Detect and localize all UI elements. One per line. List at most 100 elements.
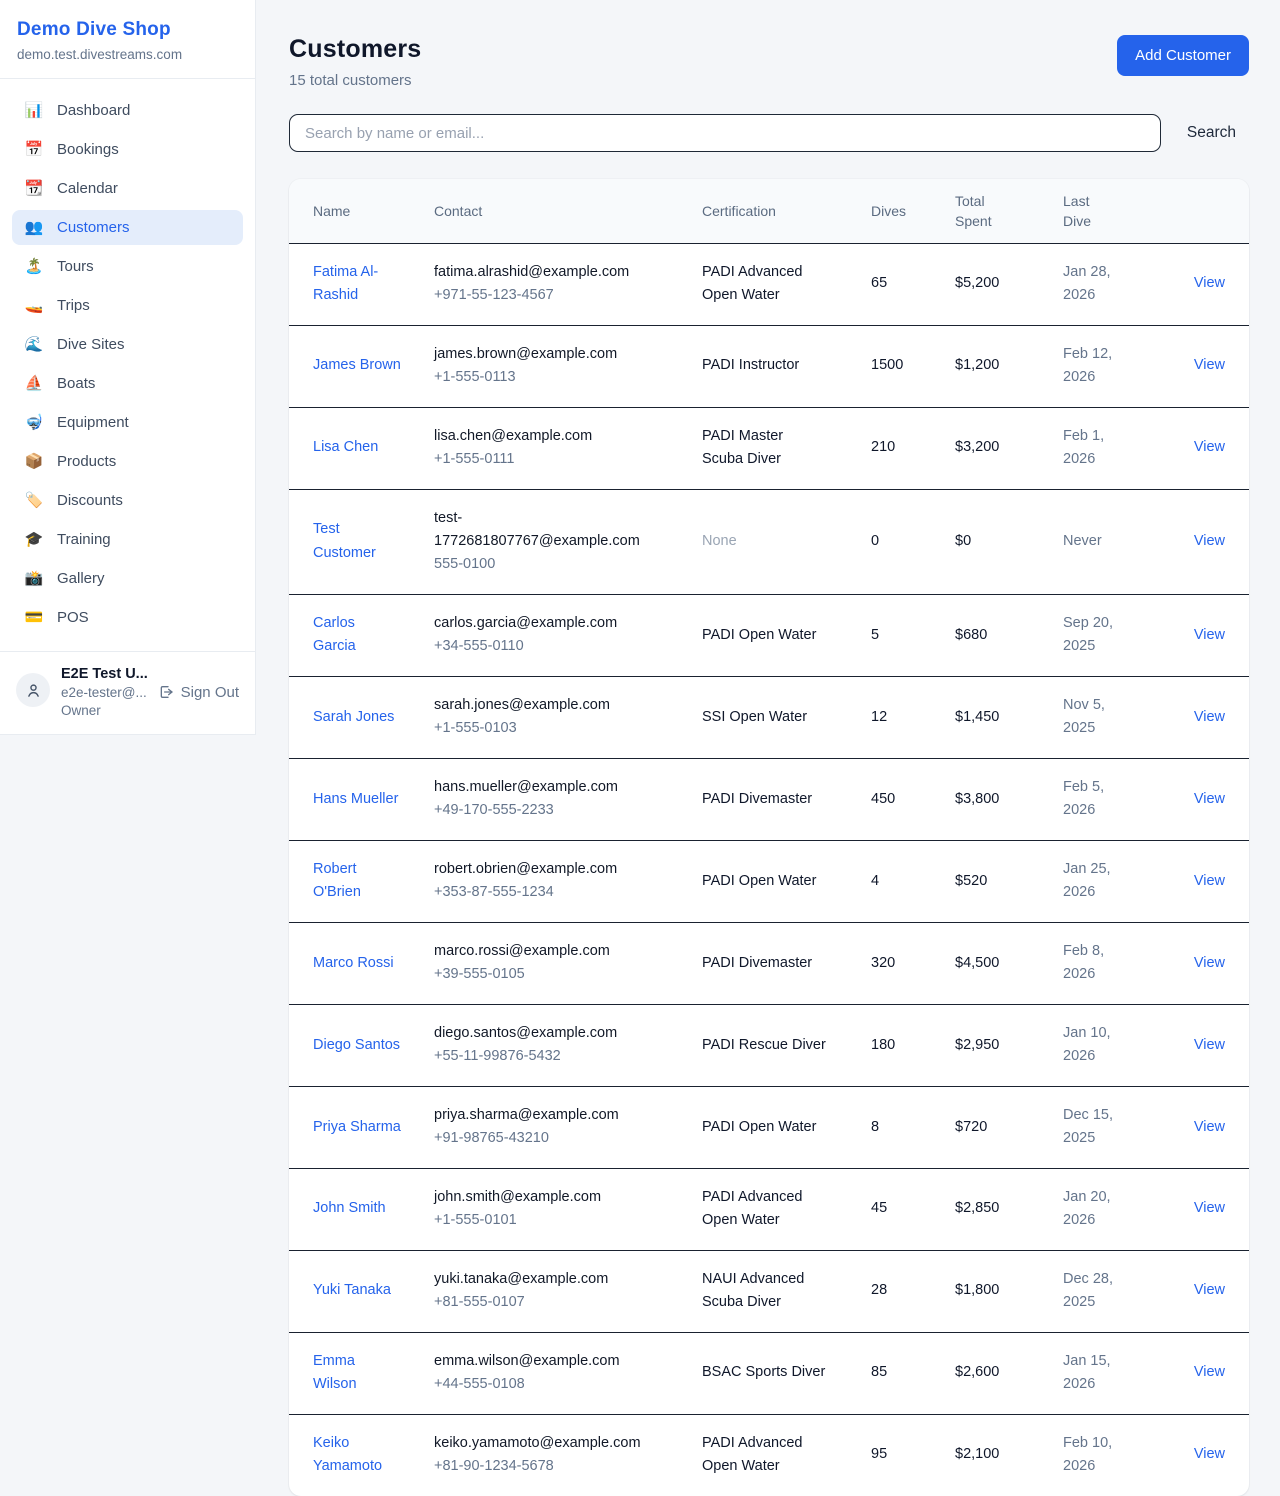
contact-cell: carlos.garcia@example.com +34-555-0110 [434, 594, 702, 676]
table-row: Fatima Al-Rashid fatima.alrashid@example… [289, 243, 1249, 325]
sidebar-item-training[interactable]: 🎓 Training [12, 522, 243, 557]
customer-name-link[interactable]: Emma Wilson [313, 1350, 401, 1397]
table-row: John Smith john.smith@example.com +1-555… [289, 1168, 1249, 1250]
view-link[interactable]: View [1194, 533, 1225, 549]
sidebar-item-trips[interactable]: 🚤 Trips [12, 288, 243, 323]
user-email: e2e-tester@... [61, 685, 147, 700]
sidebar-item-discounts[interactable]: 🏷️ Discounts [12, 483, 243, 518]
name-cell: Keiko Yamamoto [289, 1414, 434, 1495]
desert-island-icon: 🏝️ [24, 259, 44, 274]
view-link[interactable]: View [1194, 357, 1225, 373]
certification-text: None [702, 530, 828, 553]
total-spent-cell: $1,800 [955, 1250, 1063, 1332]
certification-cell: PADI Advanced Open Water [702, 243, 871, 325]
shop-name: Demo Dive Shop [17, 19, 238, 41]
sidebar-item-calendar[interactable]: 📆 Calendar [12, 171, 243, 206]
customer-name-link[interactable]: Yuki Tanaka [313, 1279, 391, 1302]
customer-name-link[interactable]: Test Customer [313, 518, 401, 565]
customer-name-link[interactable]: Hans Mueller [313, 788, 398, 811]
people-icon: 👥 [24, 220, 44, 235]
customer-name-link[interactable]: Fatima Al-Rashid [313, 261, 401, 308]
view-link[interactable]: View [1194, 1037, 1225, 1053]
customer-name-link[interactable]: Priya Sharma [313, 1116, 401, 1139]
sign-out-button[interactable]: Sign Out [158, 684, 239, 701]
customer-email: lisa.chen@example.com [434, 425, 702, 448]
view-link[interactable]: View [1194, 1446, 1225, 1462]
sailboat-icon: ⛵ [24, 376, 44, 391]
customer-email: diego.santos@example.com [434, 1022, 702, 1045]
view-link[interactable]: View [1194, 709, 1225, 725]
view-link[interactable]: View [1194, 1119, 1225, 1135]
table-row: Marco Rossi marco.rossi@example.com +39-… [289, 922, 1249, 1004]
sidebar-item-customers[interactable]: 👥 Customers [12, 210, 243, 245]
total-spent-cell: $4,500 [955, 922, 1063, 1004]
sidebar-item-tours[interactable]: 🏝️ Tours [12, 249, 243, 284]
add-customer-button[interactable]: Add Customer [1117, 35, 1249, 76]
view-link[interactable]: View [1194, 1282, 1225, 1298]
last-dive-cell: Jan 10, 2026 [1063, 1004, 1169, 1086]
certification-cell: PADI Instructor [702, 325, 871, 407]
customer-name-link[interactable]: Robert O'Brien [313, 858, 401, 905]
customer-name-link[interactable]: Carlos Garcia [313, 612, 401, 659]
package-icon: 📦 [24, 454, 44, 469]
dives-cell: 12 [871, 676, 955, 758]
view-link[interactable]: View [1194, 275, 1225, 291]
last-dive-text: Feb 10, 2026 [1063, 1432, 1129, 1479]
view-link[interactable]: View [1194, 791, 1225, 807]
name-cell: Test Customer [289, 489, 434, 594]
customer-name-link[interactable]: John Smith [313, 1197, 386, 1220]
view-link[interactable]: View [1194, 627, 1225, 643]
bar-chart-icon: 📊 [24, 103, 44, 118]
customer-email: emma.wilson@example.com [434, 1350, 702, 1373]
sidebar-item-bookings[interactable]: 📅 Bookings [12, 132, 243, 167]
sidebar-item-label: Discounts [57, 492, 123, 509]
shop-header: Demo Dive Shop demo.test.divestreams.com [0, 0, 255, 78]
sidebar-item-boats[interactable]: ⛵ Boats [12, 366, 243, 401]
last-dive-cell: Dec 15, 2025 [1063, 1086, 1169, 1168]
view-link[interactable]: View [1194, 1200, 1225, 1216]
contact-cell: yuki.tanaka@example.com +81-555-0107 [434, 1250, 702, 1332]
sidebar-item-products[interactable]: 📦 Products [12, 444, 243, 479]
sidebar-item-dashboard[interactable]: 📊 Dashboard [12, 93, 243, 128]
total-spent-cell: $3,800 [955, 758, 1063, 840]
certification-text: PADI Open Water [702, 870, 828, 893]
table-header: Name Contact Certification Dives Total S… [289, 179, 1249, 243]
customer-phone: +49-170-555-2233 [434, 799, 702, 822]
customer-name-link[interactable]: Lisa Chen [313, 436, 378, 459]
calendar-date-icon: 📅 [24, 142, 44, 157]
table-row: Emma Wilson emma.wilson@example.com +44-… [289, 1332, 1249, 1414]
customer-phone: +91-98765-43210 [434, 1127, 702, 1150]
dives-cell: 65 [871, 243, 955, 325]
contact-cell: hans.mueller@example.com +49-170-555-223… [434, 758, 702, 840]
table-row: Hans Mueller hans.mueller@example.com +4… [289, 758, 1249, 840]
total-spent-cell: $2,950 [955, 1004, 1063, 1086]
last-dive-text: Jan 10, 2026 [1063, 1022, 1129, 1069]
sidebar-item-gallery[interactable]: 📸 Gallery [12, 561, 243, 596]
customer-name-link[interactable]: Keiko Yamamoto [313, 1432, 401, 1479]
last-dive-text: Never [1063, 530, 1129, 553]
contact-cell: sarah.jones@example.com +1-555-0103 [434, 676, 702, 758]
certification-cell: PADI Advanced Open Water [702, 1168, 871, 1250]
view-link[interactable]: View [1194, 873, 1225, 889]
view-link[interactable]: View [1194, 955, 1225, 971]
sidebar-item-equipment[interactable]: 🤿 Equipment [12, 405, 243, 440]
sidebar-item-dive-sites[interactable]: 🌊 Dive Sites [12, 327, 243, 362]
certification-cell: PADI Advanced Open Water [702, 1414, 871, 1495]
search-input[interactable] [289, 114, 1161, 152]
view-link[interactable]: View [1194, 439, 1225, 455]
contact-cell: emma.wilson@example.com +44-555-0108 [434, 1332, 702, 1414]
certification-cell: PADI Master Scuba Diver [702, 407, 871, 489]
certification-cell: PADI Open Water [702, 840, 871, 922]
customer-email: test-1772681807767@example.com [434, 507, 702, 554]
certification-cell: PADI Open Water [702, 594, 871, 676]
customer-name-link[interactable]: Marco Rossi [313, 952, 394, 975]
view-link[interactable]: View [1194, 1364, 1225, 1380]
sidebar-item-pos[interactable]: 💳 POS [12, 600, 243, 635]
name-cell: John Smith [289, 1168, 434, 1250]
customer-name-link[interactable]: Sarah Jones [313, 706, 394, 729]
customer-name-link[interactable]: Diego Santos [313, 1034, 400, 1057]
sidebar-item-label: Training [57, 531, 111, 548]
search-button[interactable]: Search [1161, 124, 1249, 142]
customer-phone: +1-555-0101 [434, 1209, 702, 1232]
customer-name-link[interactable]: James Brown [313, 354, 401, 377]
